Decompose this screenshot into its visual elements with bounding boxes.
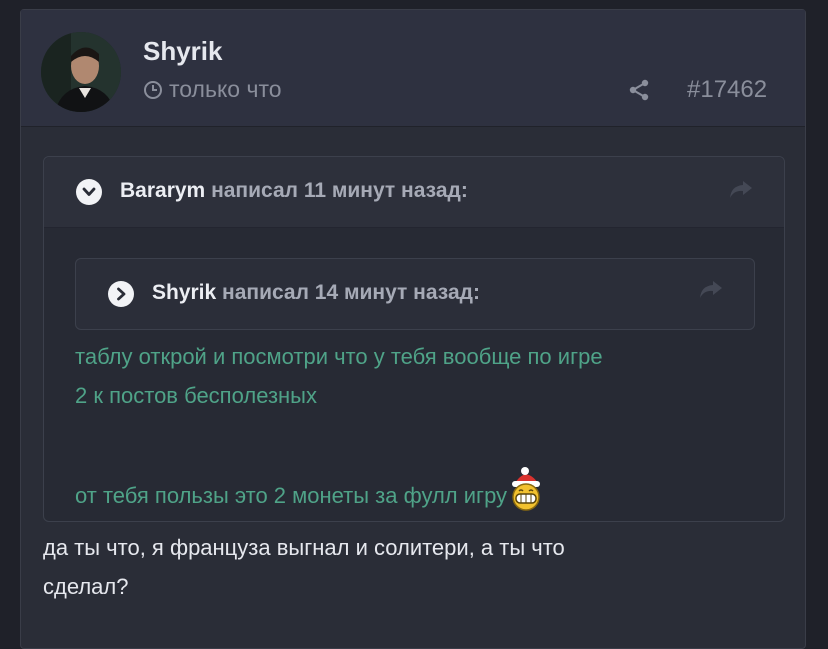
quote-title-inner: Shyrik написал 14 минут назад: bbox=[152, 281, 480, 305]
quote-author-inner[interactable]: Shyrik bbox=[152, 281, 216, 304]
avatar[interactable] bbox=[41, 32, 121, 112]
post-number-link[interactable]: #17462 bbox=[687, 76, 767, 104]
post-time: только что bbox=[143, 76, 282, 103]
quote-block-outer: Bararym написал 11 минут назад: Shyrik н… bbox=[43, 156, 785, 522]
post-card: Shyrik только что #17462 Bararym написал bbox=[20, 9, 806, 649]
reply-arrow-icon[interactable] bbox=[728, 179, 754, 201]
post-body: да ты что, я француза выгнал и солитери,… bbox=[43, 528, 763, 606]
avatar-image bbox=[41, 32, 121, 112]
quote-text-line: от тебя пользы это 2 монеты за фулл игру bbox=[75, 467, 765, 523]
post-header: Shyrik только что #17462 bbox=[21, 10, 805, 127]
post-time-text: только что bbox=[169, 76, 282, 102]
reply-arrow-icon[interactable] bbox=[698, 279, 724, 301]
quote-toggle-inner[interactable] bbox=[108, 281, 134, 307]
quote-header-outer: Bararym написал 11 минут назад: bbox=[44, 157, 784, 228]
chevron-right-icon bbox=[117, 287, 126, 301]
quote-text-line-3: от тебя пользы это 2 монеты за фулл игру bbox=[75, 483, 508, 508]
post-body-line: сделал? bbox=[43, 574, 129, 599]
share-icon[interactable] bbox=[627, 78, 651, 102]
grin-santa-emoji-icon bbox=[505, 467, 547, 523]
quote-text-line: 2 к постов бесполезных bbox=[75, 383, 317, 408]
quote-meta-outer: написал 11 минут назад: bbox=[205, 179, 468, 202]
clock-icon bbox=[144, 80, 162, 99]
quote-block-inner: Shyrik написал 14 минут назад: bbox=[75, 258, 755, 330]
quote-text-line: таблу открой и посмотри что у тебя вообщ… bbox=[75, 344, 603, 369]
quote-title-outer: Bararym написал 11 минут назад: bbox=[120, 179, 468, 203]
quote-meta-inner: написал 14 минут назад: bbox=[216, 281, 480, 304]
post-body-line: да ты что, я француза выгнал и солитери,… bbox=[43, 535, 565, 560]
post-author[interactable]: Shyrik bbox=[143, 36, 223, 67]
chevron-down-icon bbox=[82, 187, 96, 196]
quote-author-outer[interactable]: Bararym bbox=[120, 179, 205, 202]
quote-toggle-outer[interactable] bbox=[76, 179, 102, 205]
quote-text: таблу открой и посмотри что у тебя вообщ… bbox=[75, 337, 765, 523]
